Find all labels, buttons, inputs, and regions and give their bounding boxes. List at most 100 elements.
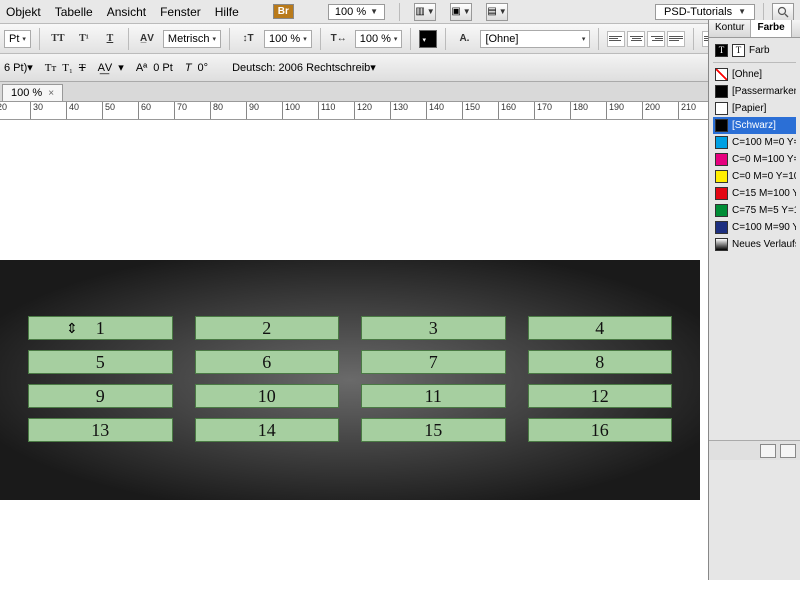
close-icon[interactable]: × <box>48 88 54 99</box>
table-cell[interactable]: 14 <box>195 418 340 442</box>
menu-fenster[interactable]: Fenster <box>160 5 201 19</box>
farb-label: Farb <box>749 45 770 56</box>
allcaps-icon[interactable]: TT <box>48 30 68 48</box>
swatch-color-icon <box>715 204 728 217</box>
swatch-color-icon <box>715 102 728 115</box>
swatch-color-icon <box>715 221 728 234</box>
table-cell[interactable]: 1 <box>28 316 173 340</box>
ruler-tick: 60 <box>138 102 151 120</box>
search-icon[interactable] <box>772 3 794 21</box>
menu-objekt[interactable]: Objekt <box>6 5 41 19</box>
charstyle-select[interactable]: [Ohne]▾ <box>480 30 590 48</box>
strikethrough-icon[interactable]: T <box>79 62 86 74</box>
tracking-field[interactable]: ▾ <box>118 61 124 74</box>
view-mode-1-icon[interactable]: ▥▼ <box>414 3 436 21</box>
menu-ansicht[interactable]: Ansicht <box>107 5 146 19</box>
document-tab-bar: 100 % × <box>0 82 800 102</box>
language-select[interactable]: Deutsch: 2006 Rechtschreib▾ <box>232 61 392 74</box>
stroke-swatch-icon[interactable]: T <box>732 44 745 57</box>
hscale-field[interactable]: 100 %▾ <box>355 30 403 48</box>
panel-fill-stroke-toggle[interactable]: T T Farb <box>713 42 796 59</box>
hscale-icon: T↔ <box>329 30 349 48</box>
font-size-field[interactable]: Pt▾ <box>4 30 31 48</box>
table-cell[interactable]: 9 <box>28 384 173 408</box>
tab-farbe[interactable]: Farbe <box>751 20 791 37</box>
align-center-button[interactable] <box>627 31 645 47</box>
ruler-tick: 200 <box>642 102 660 120</box>
table-cell[interactable]: 4 <box>528 316 673 340</box>
swatch-label: [Schwarz] <box>732 120 776 131</box>
ruler-tick: 50 <box>102 102 115 120</box>
swatch-label: [Papier] <box>732 103 766 114</box>
text-fill-swatch[interactable]: ▾ <box>419 30 437 48</box>
justify-button[interactable] <box>667 31 685 47</box>
fill-swatch-icon[interactable]: T <box>715 44 728 57</box>
kerning-select[interactable]: Metrisch▾ <box>163 30 221 48</box>
table-cell[interactable]: 11 <box>361 384 506 408</box>
swatch-row[interactable]: C=0 M=0 Y=100 <box>713 168 796 185</box>
swatch-label: C=75 M=5 Y=10 <box>732 205 796 216</box>
swatch-label: [Ohne] <box>732 69 762 80</box>
swatch-row[interactable]: Neues Verlaufsfe <box>713 236 796 253</box>
menu-tabelle[interactable]: Tabelle <box>55 5 93 19</box>
horizontal-ruler[interactable]: 2030405060708090100110120130140150160170… <box>0 102 800 120</box>
charstyle-icon: A. <box>454 30 474 48</box>
swatch-row[interactable]: C=75 M=5 Y=10 <box>713 202 796 219</box>
screen-mode-icon[interactable]: ▣▼ <box>450 3 472 21</box>
swatch-row[interactable]: C=15 M=100 Y= <box>713 185 796 202</box>
table-cell[interactable]: 5 <box>28 350 173 374</box>
document-tab[interactable]: 100 % × <box>2 84 63 101</box>
table-cell[interactable]: 3 <box>361 316 506 340</box>
document-viewport[interactable]: 12345678910111213141516 ⇕ <box>0 120 800 600</box>
swatch-color-icon <box>715 170 728 183</box>
numbered-table[interactable]: 12345678910111213141516 <box>28 316 672 442</box>
table-cell[interactable]: 8 <box>528 350 673 374</box>
tracking-icon: A͟V <box>98 62 113 74</box>
workspace-select[interactable]: PSD-Tutorials▼ <box>655 4 755 20</box>
menu-hilfe[interactable]: Hilfe <box>215 5 239 19</box>
swatch-color-icon <box>715 119 728 132</box>
table-cell[interactable]: 16 <box>528 418 673 442</box>
skew-field[interactable]: 0° <box>198 62 209 74</box>
ruler-tick: 180 <box>570 102 588 120</box>
ruler-tick: 170 <box>534 102 552 120</box>
table-cell[interactable]: 6 <box>195 350 340 374</box>
bridge-icon[interactable]: Br <box>273 4 294 19</box>
ruler-tick: 190 <box>606 102 624 120</box>
ruler-tick: 130 <box>390 102 408 120</box>
swatch-label: C=15 M=100 Y= <box>732 188 796 199</box>
table-cell[interactable]: 10 <box>195 384 340 408</box>
table-cell[interactable]: 2 <box>195 316 340 340</box>
align-right-button[interactable] <box>647 31 665 47</box>
smallcaps-icon[interactable]: Tᴛ <box>45 62 57 74</box>
swatch-label: C=0 M=100 Y=0 <box>732 154 796 165</box>
new-swatch-button[interactable] <box>760 444 776 458</box>
swatches-panel: Kontur Farbe T T Farb [Ohne] [Passermarke… <box>708 20 800 580</box>
swatch-row[interactable]: C=100 M=0 Y=0 <box>713 134 796 151</box>
menubar: Objekt Tabelle Ansicht Fenster Hilfe Br … <box>0 0 800 24</box>
baseline-field[interactable]: 0 Pt <box>153 62 173 74</box>
table-cell[interactable]: 15 <box>361 418 506 442</box>
subscript-icon[interactable]: T₁ <box>62 62 73 74</box>
paragraph-align-group <box>607 31 685 47</box>
arrange-icon[interactable]: ▤▼ <box>486 3 508 21</box>
vscale-icon: ↕T <box>238 30 258 48</box>
align-left-button[interactable] <box>607 31 625 47</box>
table-cell[interactable]: 12 <box>528 384 673 408</box>
delete-swatch-button[interactable] <box>780 444 796 458</box>
underline-icon[interactable]: T <box>100 30 120 48</box>
zoom-level-select[interactable]: 100 %▼ <box>328 4 385 20</box>
leading-field[interactable]: 6 Pt)▾ <box>4 61 33 74</box>
swatch-row[interactable]: [Schwarz] <box>713 117 796 134</box>
table-cell[interactable]: 7 <box>361 350 506 374</box>
table-cell[interactable]: 13 <box>28 418 173 442</box>
tab-kontur[interactable]: Kontur <box>709 20 751 37</box>
superscript-icon[interactable]: T¹ <box>74 30 94 48</box>
swatch-row[interactable]: [Papier] <box>713 100 796 117</box>
vscale-field[interactable]: 100 %▾ <box>264 30 312 48</box>
panel-footer <box>709 440 800 460</box>
swatch-row[interactable]: C=100 M=90 Y <box>713 219 796 236</box>
swatch-row[interactable]: [Passermarken] <box>713 83 796 100</box>
swatch-row[interactable]: [Ohne] <box>713 66 796 83</box>
swatch-row[interactable]: C=0 M=100 Y=0 <box>713 151 796 168</box>
